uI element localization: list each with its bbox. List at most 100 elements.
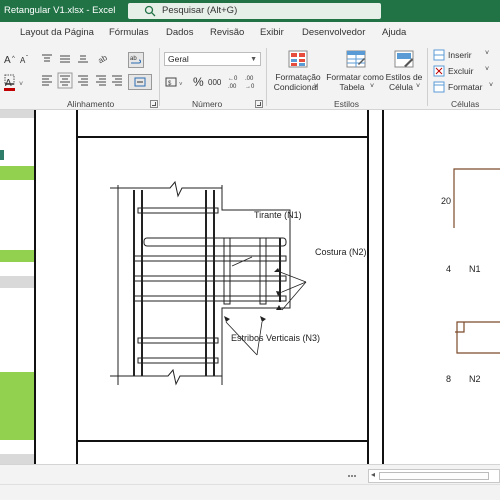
- scrollbar-thumb[interactable]: [379, 472, 489, 480]
- cell-value-n2[interactable]: N2: [469, 374, 481, 384]
- group-label-alignment: Alinhamento: [67, 99, 115, 109]
- worksheet[interactable]: Tirante (N1) Costura (N2) Estribos Verti…: [0, 110, 500, 464]
- scroll-left-icon[interactable]: ◂: [371, 470, 375, 479]
- font-size-buttons[interactable]: A ^ A ˇ: [4, 52, 34, 66]
- cell-styles-label-2: Célula: [388, 82, 414, 92]
- insert-button[interactable]: Inserir ˅: [433, 48, 499, 62]
- chevron-down-icon: ˅: [370, 83, 375, 90]
- border-line: [76, 110, 78, 464]
- cell-styles-button[interactable]: Estilos de Célula ˅: [384, 48, 424, 94]
- bar-shape-n2: [455, 321, 500, 354]
- conditional-format-label-1: Formatação: [275, 72, 321, 82]
- svg-text:.00: .00: [245, 76, 254, 82]
- svg-text:→0: →0: [245, 84, 255, 90]
- green-cell: [0, 250, 34, 262]
- svg-text:ab: ab: [130, 56, 137, 62]
- merge-center-button[interactable]: [128, 74, 152, 90]
- format-label: Formatar: [448, 82, 483, 92]
- delete-button[interactable]: Excluir ˅: [433, 64, 499, 78]
- merge-icon: [134, 77, 146, 87]
- window-title: Retangular V1.xlsx - Excel: [4, 5, 116, 16]
- cell-value-20[interactable]: 20: [441, 196, 451, 206]
- cell-value-8[interactable]: 8: [446, 374, 451, 384]
- conditional-format-button[interactable]: Formatação Condicional ˅: [270, 48, 326, 94]
- border-line: [382, 110, 384, 464]
- svg-text:ˇ: ˇ: [26, 56, 28, 62]
- number-format-select[interactable]: Geral ▼: [164, 52, 261, 66]
- number-format-value: Geral: [168, 54, 189, 64]
- tab-review[interactable]: Revisão: [210, 27, 244, 38]
- shaded-cell: [0, 276, 34, 288]
- svg-text:ab: ab: [97, 53, 110, 66]
- label-tirante: Tirante (N1): [254, 210, 302, 220]
- format-table-icon: [346, 50, 366, 68]
- format-as-table-button[interactable]: Formatar como Tabela ˅: [326, 48, 384, 94]
- search-placeholder: Pesquisar (Alt+G): [162, 5, 238, 16]
- format-button[interactable]: Formatar ˅: [433, 80, 499, 94]
- chevron-down-icon: ˅: [485, 50, 490, 57]
- cell-value-4[interactable]: 4: [446, 264, 451, 274]
- group-label-styles: Estilos: [334, 99, 360, 109]
- font-color-icon[interactable]: A ˅: [4, 76, 30, 92]
- chevron-down-icon: ▼: [250, 56, 257, 63]
- svg-text:.00: .00: [228, 84, 237, 90]
- tab-view[interactable]: Exibir: [260, 27, 284, 38]
- insert-icon: [433, 49, 445, 61]
- group-separator: [159, 48, 160, 106]
- search-icon: [144, 5, 156, 17]
- svg-text:˅: ˅: [179, 82, 183, 88]
- conditional-format-icon: [288, 50, 308, 68]
- group-separator: [266, 48, 267, 106]
- cell-value-n1[interactable]: N1: [469, 264, 481, 274]
- border-line: [76, 440, 368, 442]
- format-icon: [433, 81, 445, 93]
- svg-text:←0: ←0: [228, 76, 238, 82]
- svg-text:˅: ˅: [19, 81, 23, 88]
- alignment-buttons[interactable]: ab: [40, 52, 124, 92]
- wrap-text-button[interactable]: ab: [128, 52, 144, 68]
- decimal-buttons[interactable]: ←0 .00 .00 →0: [228, 73, 262, 93]
- chevron-down-icon: ˅: [416, 83, 421, 90]
- delete-icon: [433, 65, 445, 77]
- chevron-down-icon: ˅: [489, 82, 494, 89]
- border-line: [34, 110, 36, 464]
- svg-text:A: A: [4, 55, 11, 66]
- cell-styles-label-1: Estilos de: [385, 72, 423, 82]
- group-label-number: Número: [192, 99, 223, 109]
- bar-shape-n1: [453, 168, 500, 228]
- cell-fragment: [0, 150, 4, 160]
- insert-label: Inserir: [448, 50, 472, 60]
- chevron-down-icon: ˅: [485, 66, 490, 73]
- shaded-cell: [0, 454, 34, 464]
- status-bar: [0, 484, 500, 500]
- delete-label: Excluir: [448, 66, 474, 76]
- tab-split-icon[interactable]: [346, 469, 358, 483]
- border-line: [76, 136, 368, 138]
- thousands-button[interactable]: 000: [208, 78, 221, 87]
- title-bar: Retangular V1.xlsx - Excel Pesquisar (Al…: [0, 0, 500, 22]
- ribbon-tabs: Layout da Página Fórmulas Dados Revisão …: [0, 22, 500, 44]
- tab-developer[interactable]: Desenvolvedor: [302, 27, 365, 38]
- horizontal-scrollbar[interactable]: ◂: [368, 469, 500, 483]
- svg-text:^: ^: [12, 56, 15, 62]
- conditional-format-label-2: Condicional: [273, 82, 319, 92]
- chevron-down-icon: ˅: [314, 83, 319, 90]
- alignment-launcher[interactable]: [150, 100, 158, 108]
- reinforcement-drawing: [110, 180, 307, 386]
- cell-styles-icon: [394, 50, 414, 68]
- green-cell: [0, 166, 34, 180]
- svg-text:A: A: [5, 78, 12, 89]
- tab-help[interactable]: Ajuda: [382, 27, 406, 38]
- tab-page-layout[interactable]: Layout da Página: [20, 27, 94, 38]
- tab-formulas[interactable]: Fórmulas: [109, 27, 149, 38]
- label-costura: Costura (N2): [315, 247, 367, 257]
- format-as-table-label-1: Formatar como: [326, 72, 384, 82]
- tab-data[interactable]: Dados: [166, 27, 193, 38]
- label-estribos: Estribos Verticais (N3): [231, 333, 321, 343]
- percent-icon[interactable]: %: [193, 75, 204, 89]
- search-box[interactable]: Pesquisar (Alt+G): [128, 3, 381, 19]
- ribbon: A ^ A ˇ A ˅ ab ab Alinhamento Geral ▼ $ …: [0, 44, 500, 110]
- wrap-text-icon: ab: [130, 56, 141, 64]
- number-launcher[interactable]: [255, 100, 263, 108]
- green-cell: [0, 372, 34, 440]
